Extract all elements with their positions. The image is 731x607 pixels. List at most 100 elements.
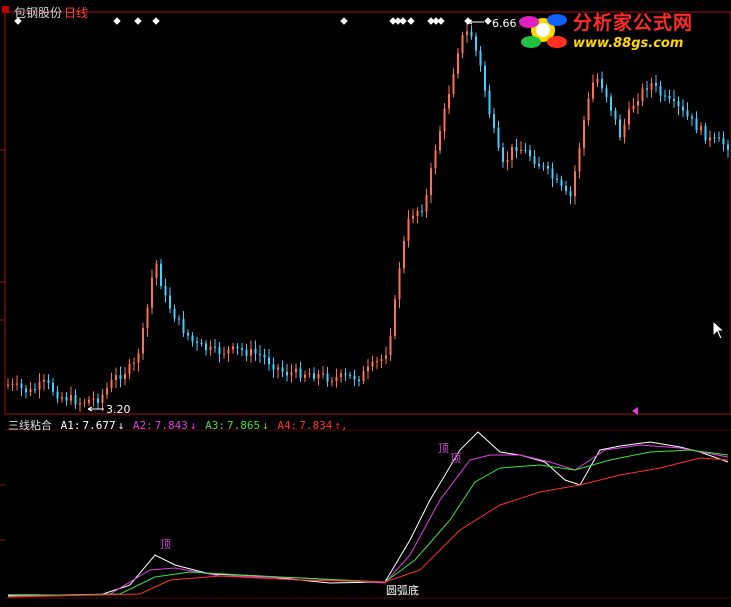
indicator-name[interactable]: 三线粘合: [8, 419, 52, 432]
candle-body: [34, 389, 36, 391]
candle-body: [191, 335, 194, 342]
candle-body: [101, 394, 104, 403]
candle-body: [718, 137, 720, 139]
candle-body: [169, 295, 171, 309]
candle-body: [493, 114, 495, 128]
candle-body: [164, 285, 167, 296]
candle-body: [353, 375, 356, 380]
candle-body: [565, 185, 567, 192]
candle-body: [682, 106, 684, 111]
signal-marker: [134, 17, 142, 25]
candle-body: [97, 398, 99, 403]
candle-body: [434, 150, 437, 169]
candle-body: [430, 168, 432, 196]
candle-body: [263, 354, 266, 358]
candle-body: [677, 101, 680, 107]
candle-body: [443, 108, 446, 132]
left-axis-ticks: [0, 149, 5, 541]
candle-body: [52, 382, 54, 392]
candle-body: [331, 381, 333, 383]
candle-body: [124, 373, 126, 380]
candle-body: [16, 383, 18, 385]
candle-body: [488, 90, 491, 115]
logo-title: 分析家公式网: [573, 12, 694, 34]
indicator-line: [7, 444, 729, 597]
candle-body: [178, 318, 180, 320]
candle-body: [7, 384, 9, 386]
candle-body: [412, 215, 414, 219]
candle-body: [56, 391, 59, 399]
candle-body: [43, 379, 45, 382]
candle-body: [227, 349, 230, 354]
candle-body: [709, 137, 711, 141]
candle-body: [542, 165, 545, 167]
stock-name: 包钢股份: [14, 6, 63, 20]
candle-body: [74, 395, 77, 405]
signal-marker: [484, 17, 492, 25]
candle-body: [704, 126, 707, 141]
candle-body: [515, 146, 518, 151]
candle-body: [619, 119, 621, 138]
candle-body: [155, 263, 158, 278]
candle-body: [173, 308, 176, 319]
candle-body: [254, 348, 257, 354]
candle-body: [524, 149, 527, 151]
candle-body: [88, 399, 90, 403]
candle-body: [106, 388, 108, 395]
candle-body: [529, 150, 531, 157]
candle-body: [574, 171, 576, 197]
signal-marker: [437, 17, 445, 25]
candle-body: [119, 375, 122, 380]
candle-body: [128, 363, 131, 374]
a4-value: 7.834: [299, 419, 333, 432]
signal-marker: [407, 17, 415, 25]
candle-body: [646, 88, 648, 90]
candle-body: [133, 362, 135, 364]
a2-value: 7.843: [154, 419, 188, 432]
candle-body: [272, 364, 275, 370]
candle-body: [587, 98, 590, 121]
candle-body: [479, 50, 482, 66]
a3-value: 7.865: [227, 419, 261, 432]
candle-body: [439, 131, 441, 151]
candle-body: [317, 374, 320, 379]
candle-body: [691, 116, 693, 119]
a1-label: A1:: [60, 419, 81, 432]
candle-body: [592, 82, 594, 99]
chart-header: 包钢股份 日线: [8, 4, 88, 21]
candle-body: [362, 371, 365, 382]
candle-body: [547, 165, 549, 169]
signal-marker: [399, 17, 407, 25]
candle-body: [650, 82, 653, 90]
chart-canvas: [0, 11, 731, 599]
candle-body: [304, 374, 306, 378]
candle-body: [659, 85, 662, 96]
high-price-label: 6.66: [492, 17, 517, 30]
candle-body: [20, 383, 23, 389]
candle-body: [245, 349, 248, 356]
candle-body: [340, 373, 342, 377]
candle-body: [268, 357, 270, 365]
candle-body: [160, 263, 162, 286]
candle-body: [232, 346, 234, 350]
candle-body: [326, 373, 329, 382]
candle-body: [470, 31, 473, 37]
candle-body: [628, 109, 630, 125]
candle-body: [200, 343, 203, 345]
period-label[interactable]: 日线: [64, 6, 88, 20]
candle-body: [461, 34, 464, 54]
price-panel-frame: [4, 11, 731, 415]
candle-body: [218, 347, 221, 355]
a1-arrow: ↓: [117, 419, 125, 432]
candle-body: [695, 118, 698, 131]
signal-marker: [113, 17, 121, 25]
candle-body: [349, 374, 351, 376]
candle-body: [70, 395, 72, 401]
indicator-line: [8, 431, 729, 596]
candle-body: [214, 346, 216, 348]
candle-body: [583, 120, 585, 148]
site-logo[interactable]: 分析家公式网 www.88gs.com: [515, 4, 725, 56]
mouse-cursor-icon: [712, 320, 726, 340]
candle-body: [614, 110, 617, 120]
a2-label: A2:: [132, 419, 153, 432]
